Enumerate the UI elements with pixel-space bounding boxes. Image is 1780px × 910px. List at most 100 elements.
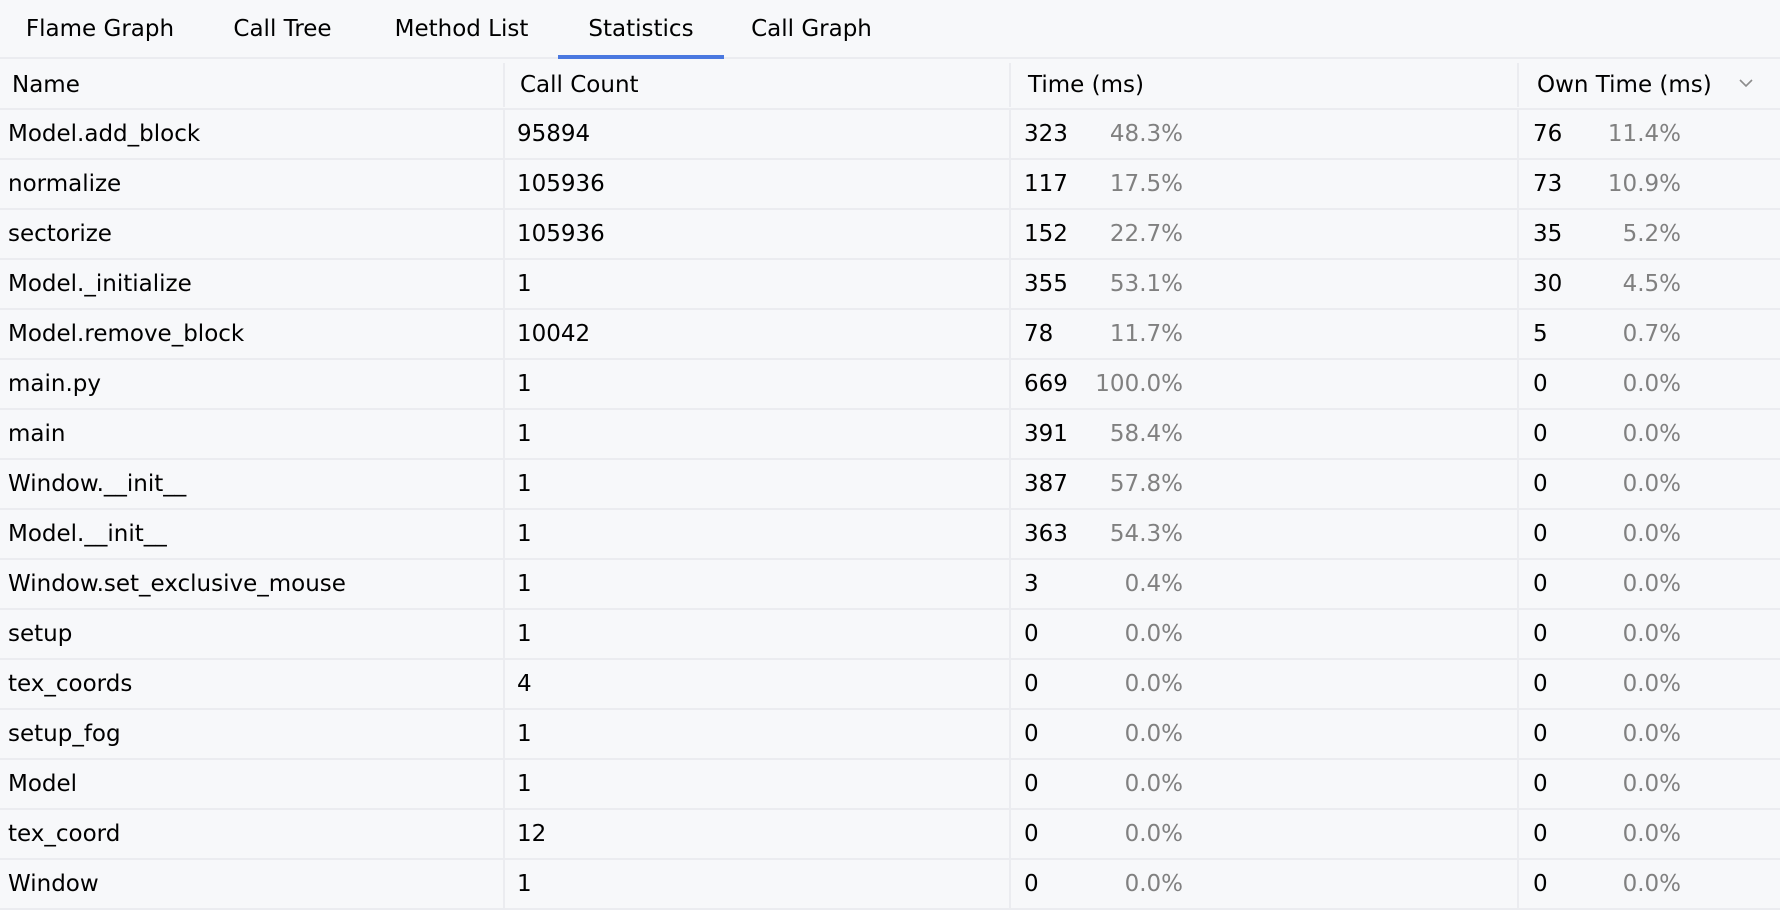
table-row[interactable]: Model.remove_block 10042 78 11.7% 5 0.7% <box>0 310 1780 360</box>
cell-time: 0 0.0% <box>1011 610 1519 658</box>
cell-name: Window <box>0 860 505 908</box>
table-row[interactable]: Model 1 0 0.0% 0 0.0% <box>0 760 1780 810</box>
cell-name: sectorize <box>0 210 505 258</box>
cell-own-time: 5 0.7% <box>1519 310 1780 358</box>
cell-time: 0 0.0% <box>1011 710 1519 758</box>
cell-call-count: 1 <box>505 710 1011 758</box>
cell-time: 323 48.3% <box>1011 110 1519 158</box>
cell-call-count: 105936 <box>505 160 1011 208</box>
time-percent: 22.7% <box>1109 221 1183 247</box>
table-row[interactable]: Window.set_exclusive_mouse 1 3 0.4% 0 0.… <box>0 560 1780 610</box>
cell-call-count: 4 <box>505 660 1011 708</box>
table-row[interactable]: tex_coords 4 0 0.0% 0 0.0% <box>0 660 1780 710</box>
cell-call-count: 105936 <box>505 210 1011 258</box>
own-time-percent: 0.0% <box>1622 521 1681 547</box>
own-time-percent: 0.0% <box>1622 721 1681 747</box>
cell-call-count: 1 <box>505 510 1011 558</box>
column-header-time[interactable]: Time (ms) <box>1011 63 1519 107</box>
table-row[interactable]: setup_fog 1 0 0.0% 0 0.0% <box>0 710 1780 760</box>
cell-call-count: 1 <box>505 760 1011 808</box>
cell-time: 363 54.3% <box>1011 510 1519 558</box>
cell-time: 355 53.1% <box>1011 260 1519 308</box>
own-time-percent: 0.0% <box>1622 471 1681 497</box>
table-row[interactable]: Model.add_block 95894 323 48.3% 76 11.4% <box>0 110 1780 160</box>
table-header: Name Call Count Time (ms) Own Time (ms) <box>0 59 1780 110</box>
table-row[interactable]: main 1 391 58.4% 0 0.0% <box>0 410 1780 460</box>
time-percent: 0.0% <box>1124 771 1183 797</box>
cell-time: 0 0.0% <box>1011 810 1519 858</box>
cell-name: Model._initialize <box>0 260 505 308</box>
tab-call-tree[interactable]: Call Tree <box>200 0 365 57</box>
time-percent: 0.0% <box>1124 671 1183 697</box>
column-header-name[interactable]: Name <box>0 63 505 107</box>
cell-own-time: 0 0.0% <box>1519 360 1780 408</box>
cell-time: 669 100.0% <box>1011 360 1519 408</box>
table-row[interactable]: main.py 1 669 100.0% 0 0.0% <box>0 360 1780 410</box>
own-time-percent: 0.0% <box>1622 621 1681 647</box>
column-header-own-time[interactable]: Own Time (ms) <box>1519 63 1780 107</box>
time-percent: 100.0% <box>1095 371 1183 397</box>
own-time-percent: 5.2% <box>1622 221 1681 247</box>
cell-own-time: 0 0.0% <box>1519 710 1780 758</box>
tab-statistics[interactable]: Statistics <box>558 0 724 59</box>
cell-time: 117 17.5% <box>1011 160 1519 208</box>
cell-call-count: 1 <box>505 410 1011 458</box>
tab-flame-graph[interactable]: Flame Graph <box>0 0 200 57</box>
cell-own-time: 0 0.0% <box>1519 510 1780 558</box>
time-percent: 54.3% <box>1109 521 1183 547</box>
table-row[interactable]: Window 1 0 0.0% 0 0.0% <box>0 860 1780 910</box>
cell-call-count: 1 <box>505 360 1011 408</box>
time-percent: 0.0% <box>1124 871 1183 897</box>
chevron-down-icon[interactable] <box>1738 75 1754 91</box>
cell-name: normalize <box>0 160 505 208</box>
time-percent: 53.1% <box>1109 271 1183 297</box>
cell-call-count: 1 <box>505 860 1011 908</box>
cell-time: 0 0.0% <box>1011 860 1519 908</box>
column-header-own-time-label: Own Time (ms) <box>1537 72 1712 98</box>
column-header-call-count[interactable]: Call Count <box>505 63 1011 107</box>
cell-own-time: 0 0.0% <box>1519 860 1780 908</box>
cell-time: 0 0.0% <box>1011 760 1519 808</box>
cell-own-time: 76 11.4% <box>1519 110 1780 158</box>
cell-own-time: 73 10.9% <box>1519 160 1780 208</box>
cell-name: Model.remove_block <box>0 310 505 358</box>
cell-time: 0 0.0% <box>1011 660 1519 708</box>
cell-own-time: 0 0.0% <box>1519 410 1780 458</box>
cell-call-count: 10042 <box>505 310 1011 358</box>
cell-call-count: 12 <box>505 810 1011 858</box>
table-row[interactable]: sectorize 105936 152 22.7% 35 5.2% <box>0 210 1780 260</box>
cell-name: tex_coord <box>0 810 505 858</box>
table-row[interactable]: Model.__init__ 1 363 54.3% 0 0.0% <box>0 510 1780 560</box>
cell-own-time: 0 0.0% <box>1519 610 1780 658</box>
cell-name: main <box>0 410 505 458</box>
own-time-percent: 0.0% <box>1622 571 1681 597</box>
cell-own-time: 0 0.0% <box>1519 760 1780 808</box>
table-row[interactable]: Model._initialize 1 355 53.1% 30 4.5% <box>0 260 1780 310</box>
table-row[interactable]: setup 1 0 0.0% 0 0.0% <box>0 610 1780 660</box>
table-row[interactable]: normalize 105936 117 17.5% 73 10.9% <box>0 160 1780 210</box>
time-percent: 58.4% <box>1109 421 1183 447</box>
table-row[interactable]: Window.__init__ 1 387 57.8% 0 0.0% <box>0 460 1780 510</box>
tab-call-graph[interactable]: Call Graph <box>724 0 899 57</box>
cell-call-count: 1 <box>505 610 1011 658</box>
table-row[interactable]: tex_coord 12 0 0.0% 0 0.0% <box>0 810 1780 860</box>
cell-name: Model <box>0 760 505 808</box>
cell-own-time: 0 0.0% <box>1519 460 1780 508</box>
own-time-percent: 0.0% <box>1622 371 1681 397</box>
cell-time: 78 11.7% <box>1011 310 1519 358</box>
own-time-percent: 0.0% <box>1622 671 1681 697</box>
cell-name: setup <box>0 610 505 658</box>
tab-method-list[interactable]: Method List <box>365 0 558 57</box>
cell-call-count: 1 <box>505 560 1011 608</box>
cell-time: 387 57.8% <box>1011 460 1519 508</box>
table-body: Model.add_block 95894 323 48.3% 76 11.4%… <box>0 110 1780 910</box>
cell-time: 391 58.4% <box>1011 410 1519 458</box>
cell-name: Window.set_exclusive_mouse <box>0 560 505 608</box>
own-time-percent: 0.7% <box>1622 321 1681 347</box>
own-time-percent: 4.5% <box>1622 271 1681 297</box>
cell-name: main.py <box>0 360 505 408</box>
cell-own-time: 35 5.2% <box>1519 210 1780 258</box>
own-time-percent: 10.9% <box>1607 171 1681 197</box>
own-time-percent: 0.0% <box>1622 421 1681 447</box>
cell-call-count: 95894 <box>505 110 1011 158</box>
